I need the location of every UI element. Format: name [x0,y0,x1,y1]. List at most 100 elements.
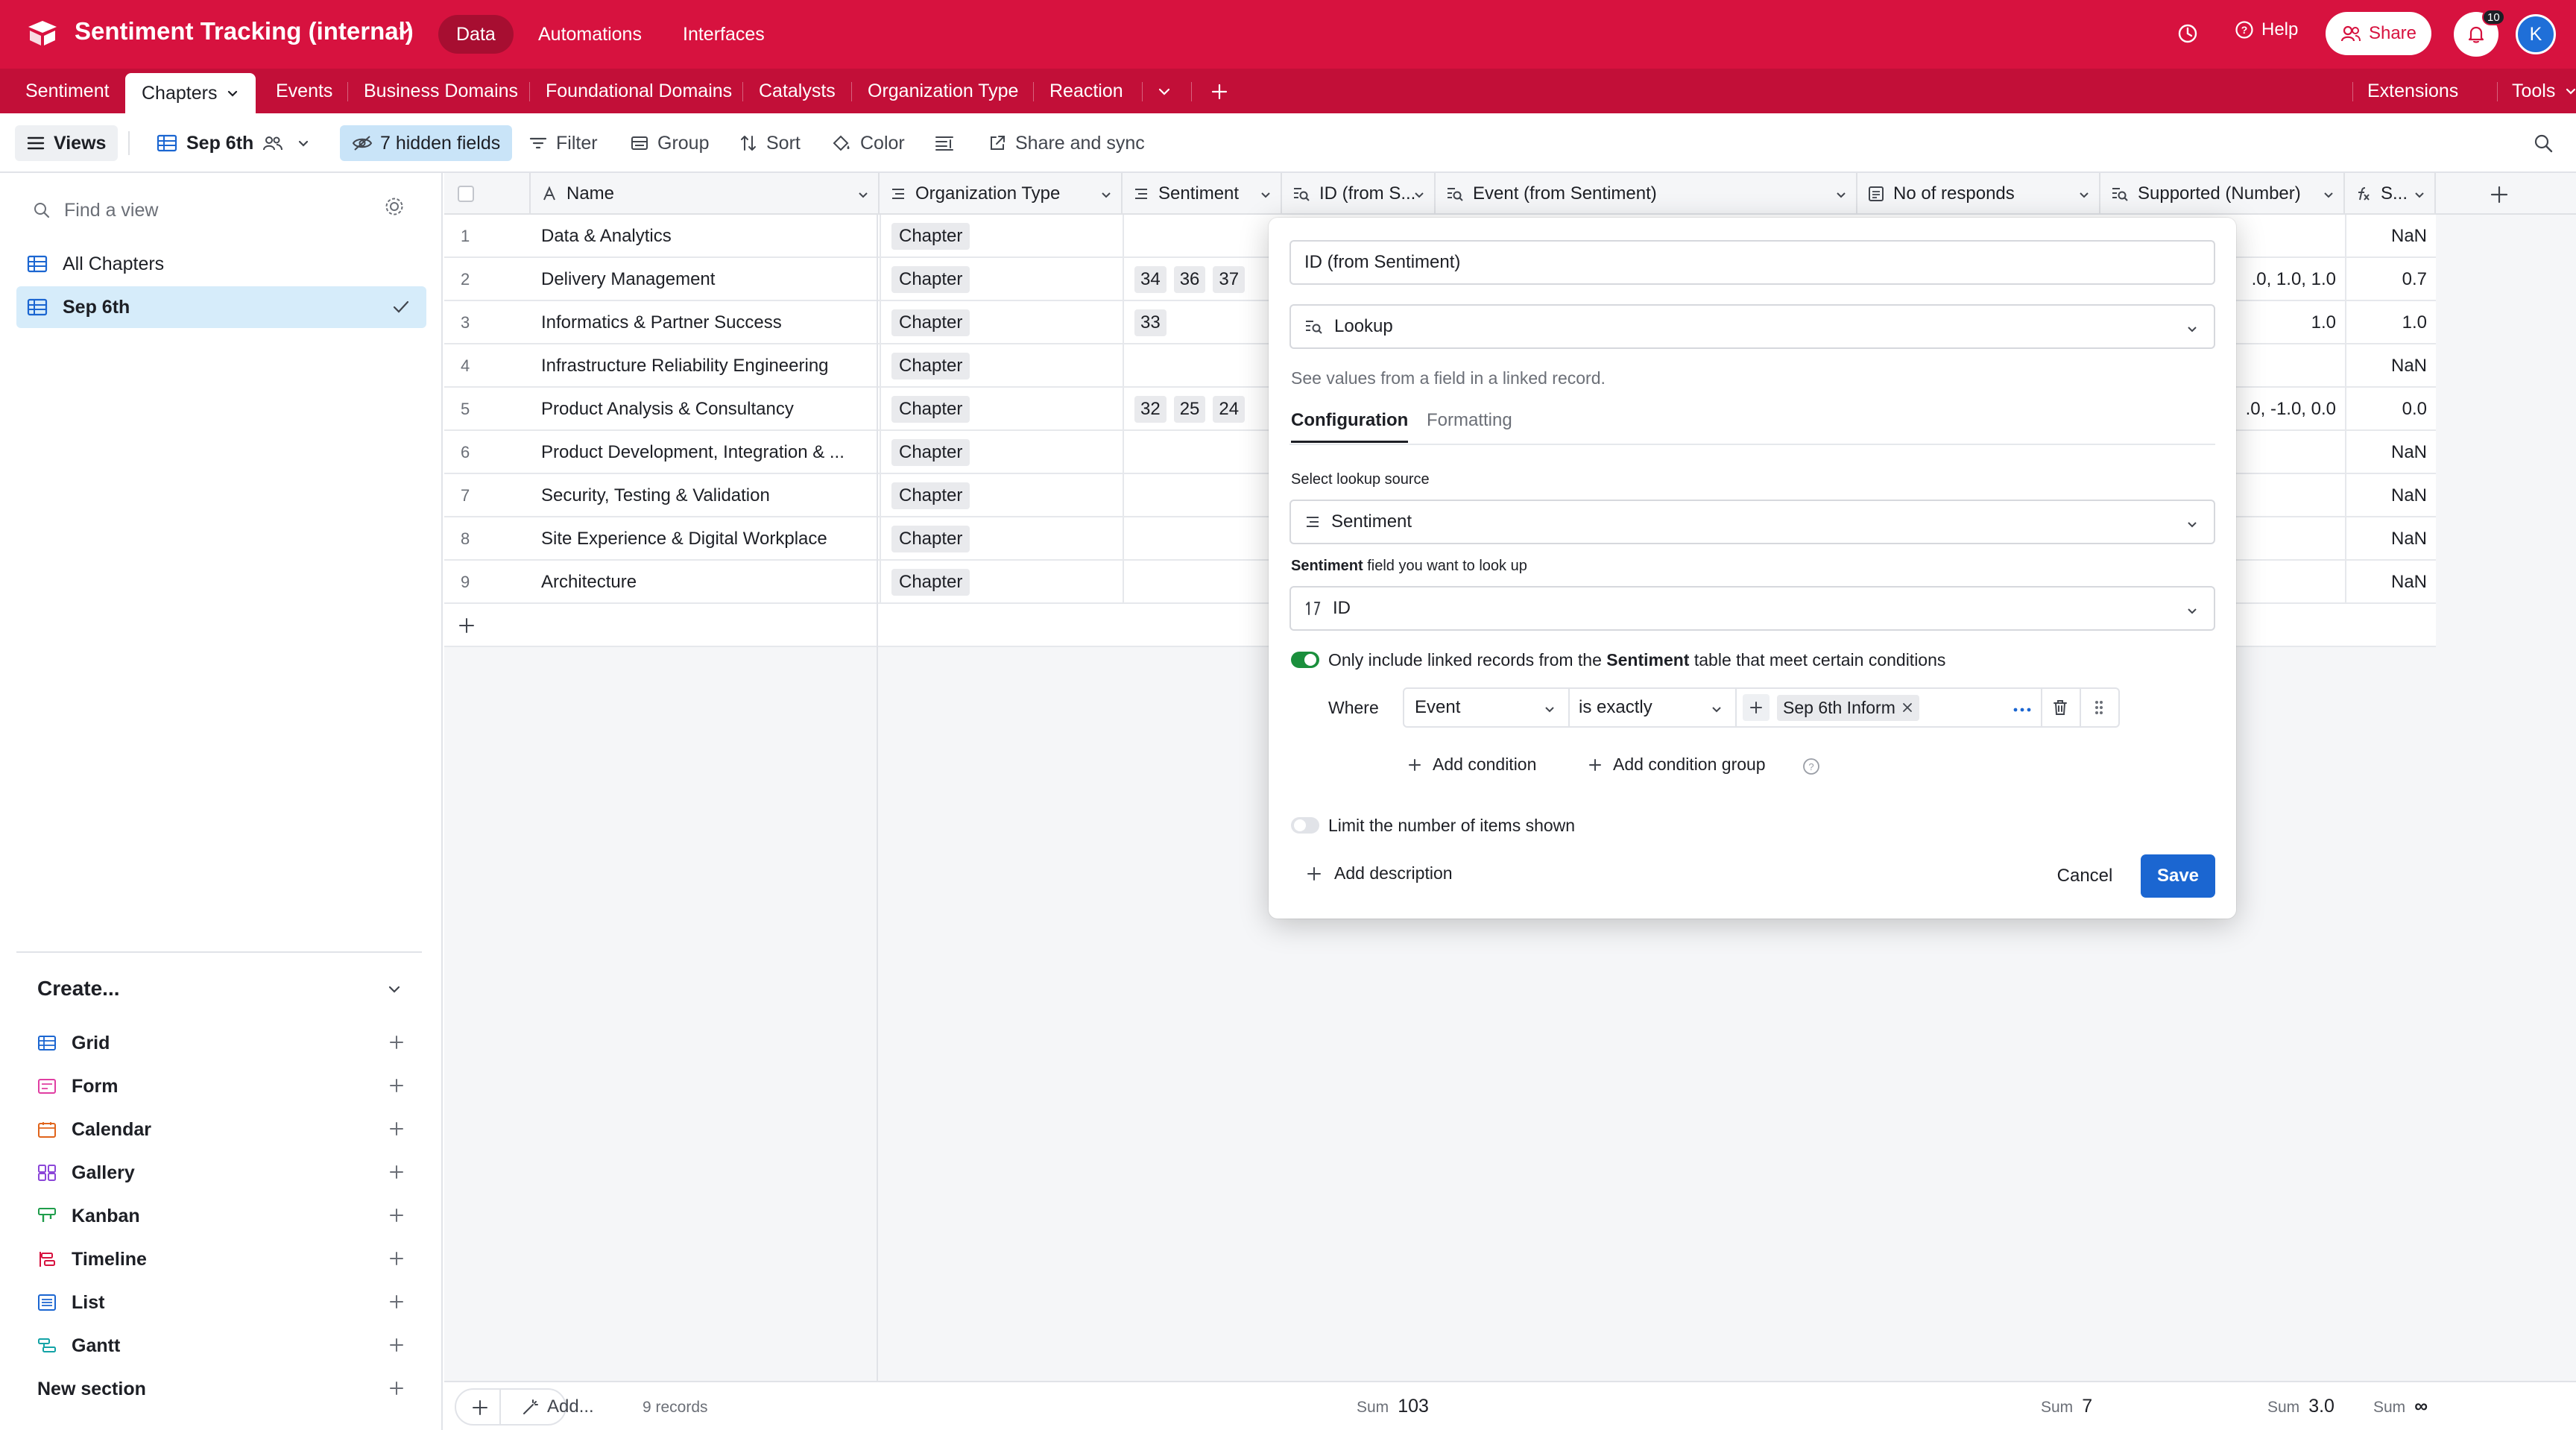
cell-organization-type[interactable]: Chapter [880,215,1123,258]
cell-sentiment[interactable] [1123,474,1282,517]
lookup-field-select[interactable]: ID [1289,586,2215,631]
share-and-sync-button[interactable]: Share and sync [988,113,1145,173]
condition-value-chip[interactable]: Sep 6th Inform [1777,694,1919,721]
airtable-logo-icon[interactable] [25,18,60,48]
help-button[interactable]: ? Help [2235,19,2298,40]
create-form-button[interactable]: Form [37,1068,410,1105]
chevron-down-icon[interactable] [1157,84,1172,99]
views-toggle-button[interactable]: Views [15,125,119,161]
condition-toggle[interactable] [1291,652,1319,668]
add-with-ai-button[interactable]: Add... [522,1388,594,1426]
tab-business-domains[interactable]: Business Domains [364,69,518,113]
sum-responds-column[interactable]: Sum 7 [2041,1396,2092,1417]
column-header-id-from-sentiment[interactable]: ID (from S... [1282,173,1436,215]
limit-items-toggle[interactable] [1291,817,1319,834]
column-header-name[interactable]: Name [531,173,880,215]
close-icon[interactable] [1901,702,1913,714]
cell-s[interactable]: NaN [2345,474,2436,517]
create-calendar-button[interactable]: Calendar [37,1111,410,1148]
tab-organization-type[interactable]: Organization Type [868,69,1018,113]
create-kanban-button[interactable]: Kanban [37,1197,410,1235]
cell-organization-type[interactable]: Chapter [880,301,1123,344]
sum-id-column[interactable]: Sum 103 [1357,1396,1429,1417]
delete-condition-button[interactable] [2041,687,2081,728]
history-icon[interactable] [2175,21,2200,46]
tab-events[interactable]: Events [276,69,332,113]
tab-chapters[interactable]: Chapters [125,73,256,113]
sum-s-column[interactable]: Sum ∞ [2373,1396,2428,1417]
tab-reaction[interactable]: Reaction [1049,69,1123,113]
field-type-select[interactable]: Lookup [1289,304,2215,349]
row-height-icon[interactable] [935,134,954,152]
find-view-row[interactable]: Find a view [33,194,420,227]
cell-name[interactable]: Security, Testing & Validation [541,474,877,517]
current-view-selector[interactable]: Sep 6th [157,113,310,173]
cell-organization-type[interactable]: Chapter [880,561,1123,604]
sort-button[interactable]: Sort [739,113,801,173]
column-header-organization-type[interactable]: Organization Type [880,173,1123,215]
sidebar-view-all-chapters[interactable]: All Chapters [16,243,426,285]
cell-sentiment[interactable] [1123,561,1282,604]
tab-configuration[interactable]: Configuration [1291,410,1409,443]
cell-s[interactable]: 0.7 [2345,258,2436,301]
column-header-sentiment[interactable]: Sentiment [1123,173,1282,215]
nav-interfaces[interactable]: Interfaces [665,15,783,54]
select-all-checkbox[interactable] [458,186,474,202]
cell-organization-type[interactable]: Chapter [880,431,1123,474]
cell-name[interactable]: Infrastructure Reliability Engineering [541,344,877,388]
nav-automations[interactable]: Automations [520,15,660,54]
cell-name[interactable]: Architecture [541,561,877,604]
save-button[interactable]: Save [2141,854,2215,898]
search-icon[interactable] [2533,133,2554,154]
filter-button[interactable]: Filter [529,113,598,173]
add-description-button[interactable]: Add description [1306,863,1453,883]
cell-sentiment[interactable] [1123,517,1282,561]
cell-s[interactable]: NaN [2345,215,2436,258]
cell-sentiment[interactable]: 32 25 24 [1123,388,1282,431]
cell-name[interactable]: Informatics & Partner Success [541,301,877,344]
create-gallery-button[interactable]: Gallery [37,1154,410,1191]
chevron-down-icon[interactable] [226,86,239,100]
chevron-down-icon[interactable] [397,22,413,39]
column-header-event-from-sentiment[interactable]: Event (from Sentiment) [1436,173,1857,215]
share-button[interactable]: Share [2326,12,2431,55]
create-list-button[interactable]: List [37,1284,410,1321]
add-condition-group-button[interactable]: Add condition group [1588,755,1766,775]
cell-sentiment[interactable] [1123,344,1282,388]
help-circle-icon[interactable]: ? [1802,757,1820,775]
cell-organization-type[interactable]: Chapter [880,517,1123,561]
field-name-input[interactable]: ID (from Sentiment) [1289,240,2215,285]
base-title[interactable]: Sentiment Tracking (internal) [75,17,414,45]
column-header-s[interactable]: S... [2345,173,2436,215]
hidden-fields-button[interactable]: 7 hidden fields [340,125,513,161]
cell-sentiment[interactable]: 33 [1123,301,1282,344]
sum-supported-column[interactable]: Sum 3.0 [2267,1396,2334,1417]
cancel-button[interactable]: Cancel [2044,854,2126,898]
extensions-button[interactable]: Extensions [2367,69,2458,113]
cell-name[interactable]: Product Development, Integration & ... [541,431,877,474]
cell-name[interactable]: Product Analysis & Consultancy [541,388,877,431]
tab-sentiment[interactable]: Sentiment [25,69,110,113]
add-field-plus-icon[interactable] [2490,185,2509,204]
condition-value-field[interactable]: Sep 6th Inform [1737,687,2042,728]
cell-name[interactable]: Data & Analytics [541,215,877,258]
tab-foundational-domains[interactable]: Foundational Domains [546,69,732,113]
sidebar-view-sep-6th[interactable]: Sep 6th [16,286,426,328]
column-header-no-of-responds[interactable]: No of responds [1857,173,2100,215]
create-gantt-button[interactable]: Gantt [37,1327,410,1364]
cell-organization-type[interactable]: Chapter [880,474,1123,517]
cell-s[interactable]: NaN [2345,517,2436,561]
condition-field-select[interactable]: Event [1403,687,1570,728]
create-timeline-button[interactable]: Timeline [37,1241,410,1278]
create-section-title[interactable]: Create... [37,977,120,1001]
tab-catalysts[interactable]: Catalysts [759,69,836,113]
cell-sentiment[interactable] [1123,215,1282,258]
group-button[interactable]: Group [631,113,709,173]
gear-icon[interactable] [383,195,405,218]
lookup-source-select[interactable]: Sentiment [1289,500,2215,544]
cell-s[interactable]: 1.0 [2345,301,2436,344]
column-header-supported-number[interactable]: Supported (Number) [2100,173,2345,215]
cell-s[interactable]: NaN [2345,344,2436,388]
condition-operator-select[interactable]: is exactly [1568,687,1737,728]
cell-sentiment[interactable]: 34 36 37 [1123,258,1282,301]
